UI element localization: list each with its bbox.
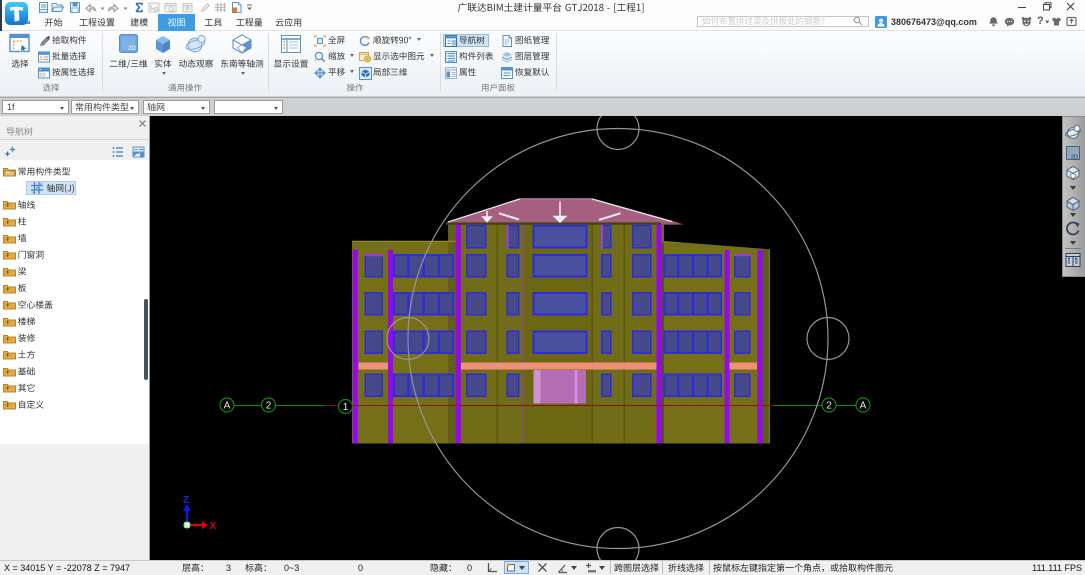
svg-text:2: 2 <box>826 401 832 412</box>
svg-text:2D: 2D <box>1071 154 1078 160</box>
svg-text:A: A <box>224 401 231 412</box>
svg-text:X: X <box>210 521 217 532</box>
svg-text:Z: Z <box>183 495 189 506</box>
svg-text:2: 2 <box>266 401 272 412</box>
svg-text:1: 1 <box>343 402 349 413</box>
svg-text:A: A <box>860 401 867 412</box>
svg-text:2D: 2D <box>128 46 136 52</box>
